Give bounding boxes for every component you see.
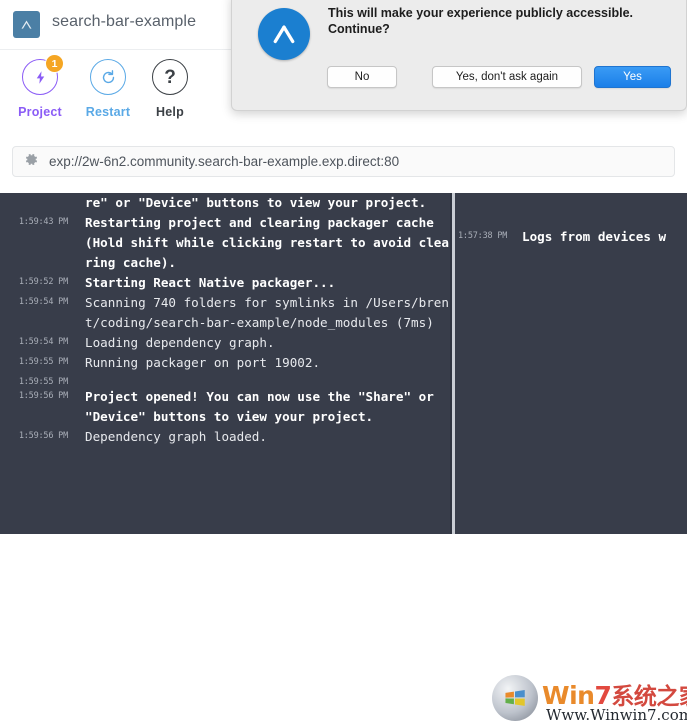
log-row: 1:59:54 PM Loading dependency graph. [0, 333, 450, 353]
windows-logo-icon [492, 675, 538, 721]
log-row: 1:59:55 PM [0, 373, 450, 387]
help-button-label: Help [156, 105, 184, 119]
watermark: Win7系统之家 Www.Winwin7.com [492, 671, 687, 727]
dialog-button-row: No Yes, don't ask again Yes [232, 66, 687, 90]
gear-icon[interactable] [24, 152, 39, 172]
log-row: 1:57:38 PM Logs from devices w [458, 227, 687, 247]
question-mark-icon: ? [152, 59, 188, 95]
yes-button[interactable]: Yes [594, 66, 671, 88]
log-timestamp: 1:59:54 PM [18, 297, 68, 307]
log-row: 1:59:56 PM Project opened! You can now us… [0, 387, 450, 427]
log-timestamp: 1:57:38 PM [458, 231, 508, 241]
log-message: Scanning 740 folders for symlinks in /Us… [85, 295, 449, 330]
dialog-message: This will make your experience publicly … [328, 5, 673, 37]
log-message: Project opened! You can now use the "Sha… [85, 389, 442, 424]
help-button[interactable]: ? Help [130, 59, 210, 119]
yes-dont-ask-again-button[interactable]: Yes, don't ask again [432, 66, 582, 88]
log-timestamp [0, 193, 74, 197]
log-row: 1:59:52 PM Starting React Native packager… [0, 273, 450, 293]
log-message: Running packager on port 19002. [85, 355, 321, 370]
device-log-panel[interactable]: 1:57:38 PM Logs from devices w [458, 193, 687, 568]
server-log-panel[interactable]: re" or "Device" buttons to view your pro… [0, 193, 450, 534]
confirm-dialog: This will make your experience publicly … [231, 0, 687, 111]
watermark-url: Www.Winwin7.com [546, 706, 687, 724]
log-timestamp: 1:59:55 PM [18, 377, 68, 387]
log-timestamp: 1:59:56 PM [18, 391, 68, 401]
expo-xde-window: search-bar-example 1 Project Restart ? H… [0, 0, 687, 724]
log-timestamp: 1:59:56 PM [18, 431, 68, 441]
log-timestamp: 1:59:43 PM [18, 217, 68, 227]
expo-chevron-up-icon [258, 8, 310, 60]
no-button[interactable]: No [327, 66, 397, 88]
log-message: Loading dependency graph. [85, 335, 275, 350]
panel-divider [452, 193, 455, 534]
log-timestamp: 1:59:55 PM [18, 357, 68, 367]
expo-logo-icon [13, 11, 40, 38]
url-bar[interactable]: exp://2w-6n2.community.search-bar-exampl… [12, 146, 675, 177]
log-message: re" or "Device" buttons to view your pro… [85, 195, 427, 210]
refresh-icon [90, 59, 126, 95]
log-message: Logs from devices w [522, 229, 667, 244]
lightning-bolt-icon: 1 [22, 54, 64, 95]
log-row: 1:59:43 PM Restarting project and clearin… [0, 213, 450, 273]
log-message: Dependency graph loaded. [85, 429, 267, 444]
dialog-message-line2: Continue? [328, 22, 390, 36]
log-row: 1:59:55 PM Running packager on port 19002… [0, 353, 450, 373]
log-area: re" or "Device" buttons to view your pro… [0, 193, 687, 724]
dialog-message-line1: This will make your experience publicly … [328, 6, 633, 20]
log-row: 1:59:56 PM Dependency graph loaded. [0, 427, 450, 447]
log-timestamp: 1:59:52 PM [18, 277, 68, 287]
page-title: search-bar-example [52, 13, 197, 30]
log-row: re" or "Device" buttons to view your pro… [0, 193, 450, 213]
project-badge-count: 1 [45, 54, 64, 73]
log-message: Starting React Native packager... [85, 275, 336, 290]
url-text: exp://2w-6n2.community.search-bar-exampl… [49, 154, 400, 169]
log-message: Restarting project and clearing packager… [85, 215, 449, 270]
log-row: 1:59:54 PM Scanning 740 folders for symli… [0, 293, 450, 333]
log-timestamp: 1:59:54 PM [18, 337, 68, 347]
